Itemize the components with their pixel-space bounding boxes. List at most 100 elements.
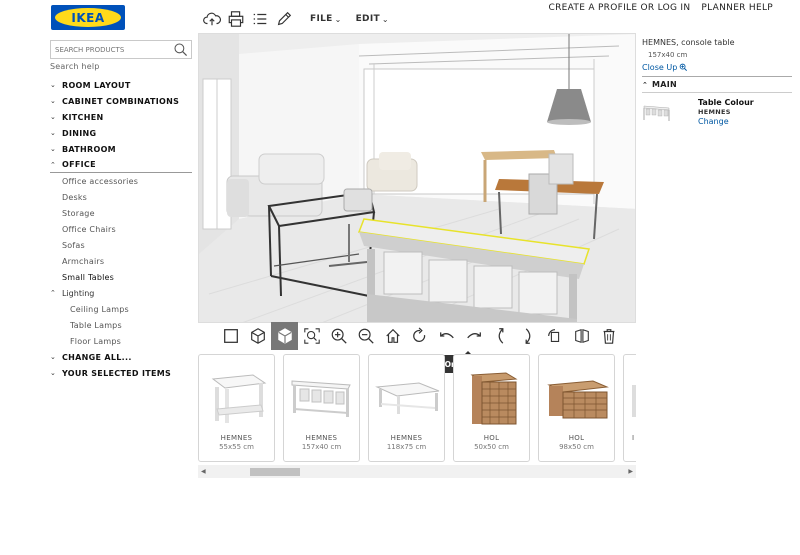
search-icon[interactable] bbox=[173, 42, 189, 58]
3d-viewport[interactable] bbox=[198, 33, 636, 323]
planner-help-link[interactable]: PLANNER HELP bbox=[701, 3, 773, 13]
list-icon[interactable] bbox=[248, 8, 272, 30]
chevron-down-icon: ⌄ bbox=[50, 369, 57, 377]
mirror-icon bbox=[574, 328, 589, 344]
search-box[interactable] bbox=[50, 40, 192, 59]
zoom-out-button[interactable] bbox=[352, 322, 379, 350]
product-name: I bbox=[632, 434, 635, 442]
property-value: HEMNES bbox=[698, 108, 731, 116]
product-image bbox=[291, 380, 351, 417]
category-label: YOUR SELECTED ITEMS bbox=[62, 368, 172, 378]
main-section-header[interactable]: ⌃ MAIN bbox=[642, 76, 792, 89]
product-card[interactable]: HEMNES 157x40 cm bbox=[283, 354, 360, 462]
zoom-in-icon bbox=[331, 328, 347, 344]
chevron-up-icon: ⌃ bbox=[642, 80, 649, 89]
product-card[interactable]: HEMNES 118x75 cm bbox=[368, 354, 445, 462]
orbit-left-button[interactable] bbox=[433, 322, 460, 350]
sidebar-item-storage[interactable]: Storage bbox=[50, 205, 192, 221]
close-up-link[interactable]: Close Up bbox=[642, 63, 792, 72]
square-icon bbox=[223, 329, 238, 343]
home-view-button[interactable] bbox=[379, 322, 406, 350]
chevron-down-icon: ⌄ bbox=[50, 81, 57, 89]
category-bathroom[interactable]: ⌄ BATHROOM bbox=[50, 141, 192, 157]
product-card[interactable]: HEMNES 55x55 cm bbox=[198, 354, 275, 462]
colour-thumbnail bbox=[643, 105, 670, 121]
orbit-left-icon bbox=[439, 332, 454, 339]
sidebar-item-office-chairs[interactable]: Office Chairs bbox=[50, 221, 192, 237]
product-card[interactable]: I bbox=[623, 354, 636, 462]
close-up-label: Close Up bbox=[642, 63, 678, 72]
category-kitchen[interactable]: ⌄ KITCHEN bbox=[50, 109, 192, 125]
delete-button[interactable] bbox=[595, 322, 622, 350]
category-change-all[interactable]: ⌄ CHANGE ALL... bbox=[50, 349, 192, 365]
print-icon[interactable] bbox=[224, 8, 248, 30]
trash-icon bbox=[603, 329, 614, 344]
product-name: HOL bbox=[568, 434, 585, 442]
orbit-up-button[interactable] bbox=[487, 322, 514, 350]
login-link[interactable]: CREATE A PROFILE OR LOG IN bbox=[549, 3, 691, 13]
product-card[interactable]: HOL 98x50 cm bbox=[538, 354, 615, 462]
room-scene bbox=[199, 34, 635, 322]
sidebar-item-office-accessories[interactable]: Office accessories bbox=[50, 173, 192, 189]
sidebar-item-table-lamps[interactable]: Table Lamps bbox=[50, 317, 192, 333]
orbit-up-icon bbox=[498, 328, 503, 344]
rotate-cw-button[interactable] bbox=[406, 322, 433, 350]
cloud-upload-icon[interactable] bbox=[200, 8, 224, 30]
search-help-link[interactable]: Search help bbox=[50, 62, 192, 71]
sidebar-item-sofas[interactable]: Sofas bbox=[50, 237, 192, 253]
orbit-right-icon bbox=[466, 332, 481, 339]
category-cabinet-combinations[interactable]: ⌄ CABINET COMBINATIONS bbox=[50, 93, 192, 109]
product-size: 98x50 cm bbox=[559, 443, 594, 451]
product-size: 118x75 cm bbox=[386, 443, 427, 451]
chevron-down-icon: ⌄ bbox=[50, 97, 57, 105]
search-input[interactable] bbox=[55, 45, 173, 54]
chevron-down-icon: ⌄ bbox=[50, 145, 57, 153]
mirror-object-button[interactable] bbox=[568, 322, 595, 350]
change-link[interactable]: Change bbox=[698, 117, 729, 126]
sidebar-item-armchairs[interactable]: Armchairs bbox=[50, 253, 192, 269]
ikea-logo[interactable]: IKEA bbox=[51, 5, 125, 30]
chevron-down-icon: ⌄ bbox=[50, 113, 57, 121]
edit-menu[interactable]: EDIT ⌄ bbox=[356, 14, 389, 24]
product-image bbox=[211, 374, 267, 423]
sidebar-item-ceiling-lamps[interactable]: Ceiling Lamps bbox=[50, 301, 192, 317]
left-sidebar: Search help ⌄ ROOM LAYOUT ⌄ CABINET COMBIN… bbox=[50, 40, 192, 381]
file-menu[interactable]: FILE ⌄ bbox=[310, 14, 342, 24]
view-2d-button[interactable] bbox=[217, 322, 244, 350]
orbit-right-button[interactable] bbox=[460, 322, 487, 350]
selected-product-title: HEMNES, console table bbox=[642, 38, 735, 47]
category-dining[interactable]: ⌄ DINING bbox=[50, 125, 192, 141]
category-room-layout[interactable]: ⌄ ROOM LAYOUT bbox=[50, 77, 192, 93]
category-your-selected-items[interactable]: ⌄ YOUR SELECTED ITEMS bbox=[50, 365, 192, 381]
logo-text: IKEA bbox=[71, 10, 105, 25]
product-size: 157x40 cm bbox=[301, 443, 342, 451]
chevron-down-icon: ⌄ bbox=[50, 353, 57, 361]
category-label: CHANGE ALL... bbox=[62, 352, 132, 362]
sidebar-item-small-tables[interactable]: Small Tables bbox=[50, 269, 192, 285]
category-office[interactable]: ⌃ OFFICE bbox=[50, 157, 192, 173]
rotate-object-button[interactable] bbox=[541, 322, 568, 350]
cube-outline-icon bbox=[250, 328, 265, 344]
file-menu-label: FILE bbox=[310, 14, 333, 24]
sidebar-item-desks[interactable]: Desks bbox=[50, 189, 192, 205]
zoom-fit-button[interactable] bbox=[298, 322, 325, 350]
sidebar-item-lighting[interactable]: ⌃ Lighting bbox=[50, 285, 192, 301]
scrollbar-thumb[interactable] bbox=[250, 468, 300, 476]
scroll-left-icon[interactable]: ◀ bbox=[201, 468, 206, 475]
selected-product-size: 157x40 cm bbox=[648, 51, 688, 59]
product-card[interactable]: HOL 50x50 cm bbox=[453, 354, 530, 462]
zoom-icon bbox=[679, 63, 688, 72]
view-3d-solid-button[interactable] bbox=[271, 322, 298, 350]
product-scrollbar[interactable]: ◀ ▶ bbox=[198, 465, 636, 478]
category-list: ⌄ ROOM LAYOUT ⌄ CABINET COMBINATIONS ⌄ KITC… bbox=[50, 77, 192, 381]
orbit-down-button[interactable] bbox=[514, 322, 541, 350]
zoom-in-button[interactable] bbox=[325, 322, 352, 350]
product-image bbox=[375, 382, 440, 414]
rotate-object-icon bbox=[547, 329, 559, 342]
scroll-right-icon[interactable]: ▶ bbox=[628, 468, 633, 475]
pencil-icon[interactable] bbox=[272, 8, 296, 30]
property-label: Table Colour bbox=[698, 98, 754, 107]
view-3d-button[interactable] bbox=[244, 322, 271, 350]
sidebar-item-floor-lamps[interactable]: Floor Lamps bbox=[50, 333, 192, 349]
product-image bbox=[547, 380, 609, 419]
